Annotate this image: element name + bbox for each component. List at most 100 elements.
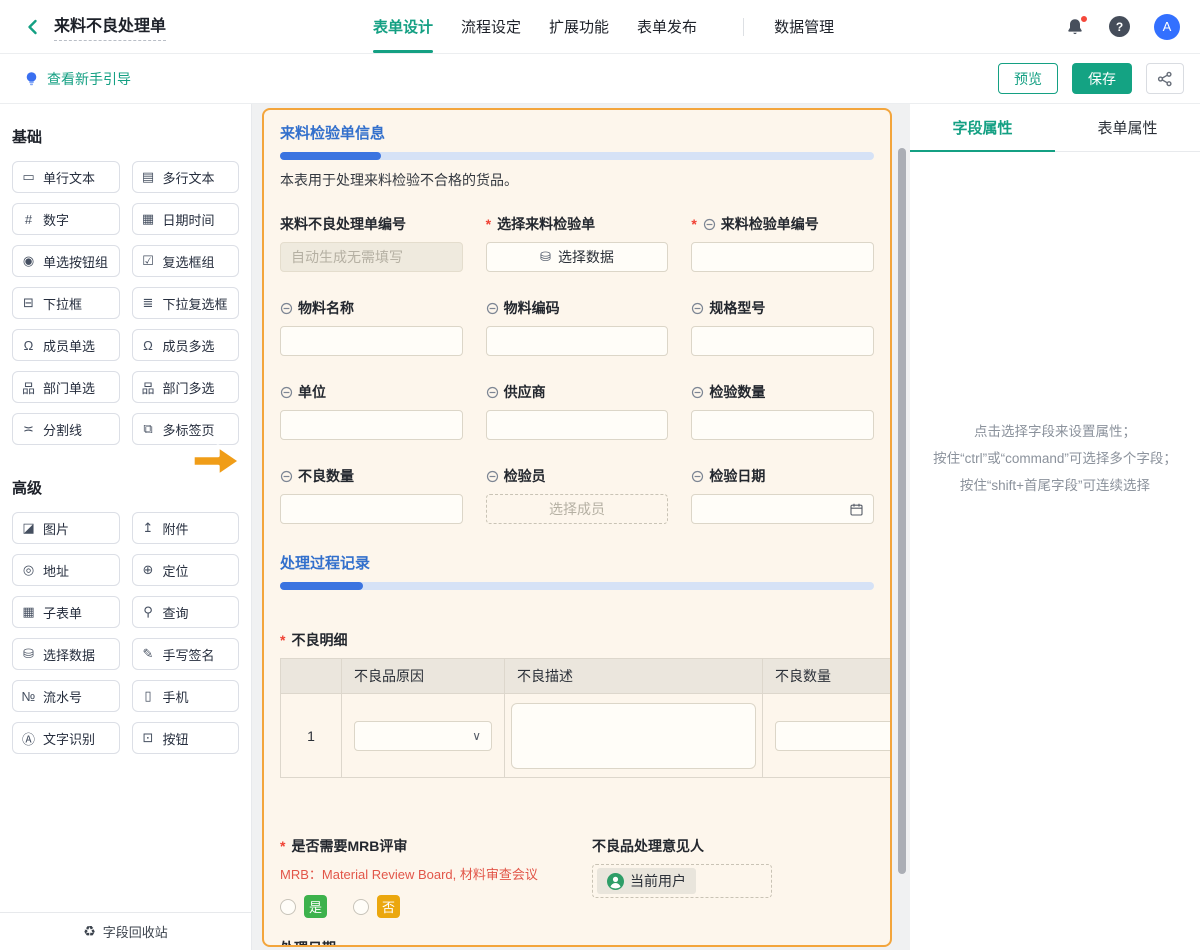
single-line-text-icon: ▭ xyxy=(21,169,36,185)
sidebar-item-attachment[interactable]: ↥附件 xyxy=(132,512,240,544)
material-name-input[interactable] xyxy=(280,326,463,356)
sidebar-item-checkbox-group[interactable]: ☑复选框组 xyxy=(132,245,240,277)
save-button[interactable]: 保存 xyxy=(1072,63,1132,94)
inspection-no-input[interactable] xyxy=(691,242,874,272)
tab-form-publish[interactable]: 表单发布 xyxy=(637,0,697,53)
unit-input[interactable] xyxy=(280,410,463,440)
tab-workflow-settings[interactable]: 流程设定 xyxy=(461,0,521,53)
field-spec-model[interactable]: 规格型号 xyxy=(691,298,874,356)
form-section-title-info[interactable]: 来料检验单信息 xyxy=(280,122,874,143)
current-user-chip-label: 当前用户 xyxy=(630,871,686,891)
sidebar-item-multi-line-text[interactable]: ▤多行文本 xyxy=(132,161,240,193)
field-label-text: 是否需要MRB评审 xyxy=(291,836,407,856)
sidebar-item-member-single[interactable]: Ω成员单选 xyxy=(12,329,120,361)
sidebar-item-label: 按钮 xyxy=(163,729,189,748)
mrb-option-no[interactable]: 否 xyxy=(353,895,400,918)
mrb-options: 是 否 xyxy=(280,895,592,918)
defect-qty-cell-input[interactable] xyxy=(775,721,892,751)
sidebar-item-button[interactable]: ⊡ 按钮 xyxy=(132,722,240,754)
form-description[interactable]: 本表用于处理来料检验不合格的货品。 xyxy=(280,170,874,190)
tab-field-properties[interactable]: 字段属性 xyxy=(910,104,1055,151)
field-inspector[interactable]: 检验员 选择成员 xyxy=(486,466,669,524)
sidebar-item-dept-multi[interactable]: 品部门多选 xyxy=(132,371,240,403)
defect-qty-input[interactable] xyxy=(280,494,463,524)
sidebar-item-ocr[interactable]: Ⓐ文字识别 xyxy=(12,722,120,754)
preview-button[interactable]: 预览 xyxy=(998,63,1058,94)
canvas-scrollbar[interactable] xyxy=(898,148,906,874)
sidebar-item-datetime[interactable]: ▦日期时间 xyxy=(132,203,240,235)
tab-divider xyxy=(743,18,744,36)
field-select-inspection[interactable]: 选择来料检验单 ⛁ 选择数据 xyxy=(486,214,669,272)
spec-model-input[interactable] xyxy=(691,326,874,356)
field-material-code[interactable]: 物料编码 xyxy=(486,298,669,356)
share-button[interactable] xyxy=(1146,63,1184,94)
current-user-chip[interactable]: 当前用户 xyxy=(597,868,696,894)
defect-desc-textarea[interactable] xyxy=(511,703,756,769)
avatar[interactable]: A xyxy=(1154,14,1180,40)
sidebar-item-subform[interactable]: ▦子表单 xyxy=(12,596,120,628)
tab-form-design[interactable]: 表单设计 xyxy=(373,0,433,53)
sidebar-item-single-line-text[interactable]: ▭单行文本 xyxy=(12,161,120,193)
sidebar-item-label: 查询 xyxy=(163,603,189,622)
opinion-member-picker[interactable]: 当前用户 xyxy=(592,864,772,898)
member-picker[interactable]: 选择成员 xyxy=(486,494,669,524)
supplier-input[interactable] xyxy=(486,410,669,440)
field-process-date[interactable]: 处理日期 2024-06-17 xyxy=(280,938,874,947)
tab-extensions[interactable]: 扩展功能 xyxy=(549,0,609,53)
sidebar-item-dropdown[interactable]: ⊟下拉框 xyxy=(12,287,120,319)
field-unit[interactable]: 单位 xyxy=(280,382,463,440)
link-icon xyxy=(280,386,293,399)
beginner-guide-link[interactable]: 查看新手引导 xyxy=(24,69,131,89)
sidebar-item-dept-single[interactable]: 品部门单选 xyxy=(12,371,120,403)
form-section-title-process[interactable]: 处理过程记录 xyxy=(280,552,874,573)
field-inspect-qty[interactable]: 检验数量 xyxy=(691,382,874,440)
field-inspect-date[interactable]: 检验日期 xyxy=(691,466,874,524)
sidebar-item-member-multi[interactable]: Ω成员多选 xyxy=(132,329,240,361)
tab-form-properties[interactable]: 表单属性 xyxy=(1055,104,1200,151)
help-icon[interactable]: ? xyxy=(1109,16,1130,37)
material-code-input[interactable] xyxy=(486,326,669,356)
sidebar-item-multi-tab[interactable]: ⧉多标签页 xyxy=(132,413,240,445)
sidebar-item-address[interactable]: ◎地址 xyxy=(12,554,120,586)
field-recycle-bin[interactable]: ♻ 字段回收站 xyxy=(0,912,251,950)
field-recycle-bin-label: 字段回收站 xyxy=(103,922,168,941)
sidebar-item-multi-dropdown[interactable]: ≣下拉复选框 xyxy=(132,287,240,319)
sidebar-item-label: 部门多选 xyxy=(163,378,215,397)
subform-table[interactable]: 不良品原因 不良描述 不良数量 1 ∨ xyxy=(280,658,892,778)
serial-no-input[interactable] xyxy=(280,242,463,272)
field-defect-qty[interactable]: 不良数量 xyxy=(280,466,463,524)
field-material-name[interactable]: 物料名称 xyxy=(280,298,463,356)
sidebar-item-signature[interactable]: ✎手写签名 xyxy=(132,638,240,670)
field-supplier[interactable]: 供应商 xyxy=(486,382,669,440)
recycle-icon: ♻ xyxy=(83,923,96,940)
sidebar-item-image[interactable]: ◪图片 xyxy=(12,512,120,544)
field-mrb-review[interactable]: 是否需要MRB评审 MRB：Material Review Board, 材料审… xyxy=(280,836,592,918)
back-icon[interactable] xyxy=(20,14,46,40)
button-icon: ⊡ xyxy=(141,730,156,746)
sidebar-item-number[interactable]: #数字 xyxy=(12,203,120,235)
mrb-option-yes[interactable]: 是 xyxy=(280,895,327,918)
sidebar-item-divider[interactable]: ≍分割线 xyxy=(12,413,120,445)
field-inspection-no[interactable]: 来料检验单编号 xyxy=(691,214,874,272)
radio-icon[interactable] xyxy=(280,899,296,915)
notification-bell-icon[interactable] xyxy=(1065,17,1085,37)
sidebar-item-location[interactable]: ⊕定位 xyxy=(132,554,240,586)
select-data-button[interactable]: ⛁ 选择数据 xyxy=(486,242,669,272)
sidebar-item-query[interactable]: ⚲查询 xyxy=(132,596,240,628)
field-opinion-person[interactable]: 不良品处理意见人 当前用户 xyxy=(592,836,772,918)
form-canvas[interactable]: 来料检验单信息 本表用于处理来料检验不合格的货品。 来料不良处理单编号 选择来料… xyxy=(262,108,892,947)
sidebar-item-radio-group[interactable]: ◉单选按钮组 xyxy=(12,245,120,277)
subform-header-row: 不良品原因 不良描述 不良数量 xyxy=(281,659,892,693)
sidebar-item-select-data[interactable]: ⛁选择数据 xyxy=(12,638,120,670)
defect-reason-select[interactable]: ∨ xyxy=(354,721,492,751)
field-serial-no[interactable]: 来料不良处理单编号 xyxy=(280,214,463,272)
radio-icon[interactable] xyxy=(353,899,369,915)
tab-data-management[interactable]: 数据管理 xyxy=(774,0,834,53)
sidebar-item-serial-number[interactable]: №流水号 xyxy=(12,680,120,712)
inspect-date-input[interactable] xyxy=(691,494,874,524)
ocr-icon: Ⓐ xyxy=(21,729,36,748)
inspect-qty-input[interactable] xyxy=(691,410,874,440)
sidebar-item-phone[interactable]: ▯手机 xyxy=(132,680,240,712)
subform-header-index xyxy=(281,659,341,693)
mrb-opinion-row: 是否需要MRB评审 MRB：Material Review Board, 材料审… xyxy=(280,836,874,918)
